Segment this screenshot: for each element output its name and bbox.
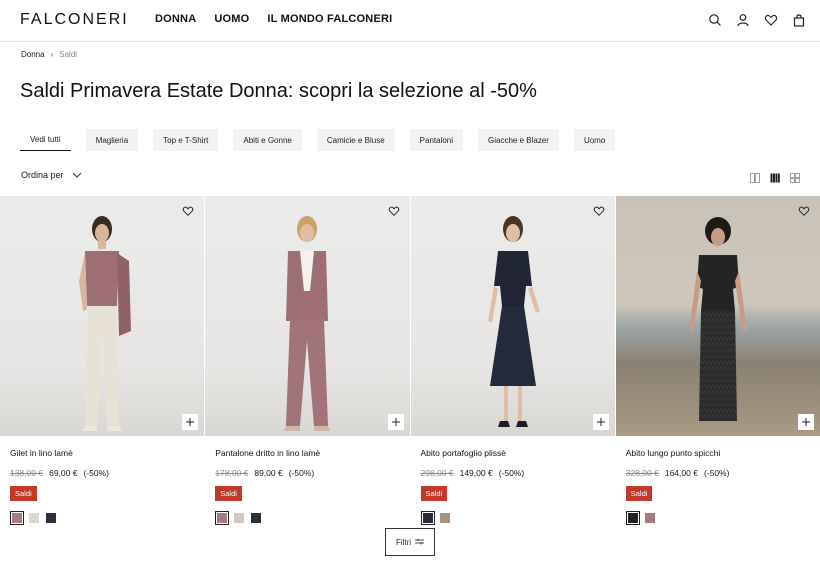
product-card[interactable]: Abito portafoglio plissè 298,00 € 149,00… bbox=[410, 196, 615, 525]
sale-price: 164,00 € bbox=[664, 468, 698, 478]
product-card[interactable]: Abito lungo punto spicchi 328,00 € 164,0… bbox=[615, 196, 820, 525]
grid-4-icon[interactable] bbox=[770, 170, 780, 183]
breadcrumb-current: Saldi bbox=[59, 50, 78, 59]
old-price: 328,00 € bbox=[625, 468, 659, 478]
product-image[interactable] bbox=[615, 196, 820, 436]
color-swatch[interactable] bbox=[29, 513, 39, 523]
old-price: 178,00 € bbox=[215, 468, 249, 478]
main-nav: DONNA UOMO IL MONDO FALCONERI bbox=[155, 13, 392, 25]
breadcrumb-root[interactable]: Donna bbox=[21, 50, 45, 59]
color-swatch[interactable] bbox=[439, 513, 450, 523]
sale-badge: Saldi bbox=[10, 486, 37, 501]
old-price: 138,00 € bbox=[10, 468, 44, 478]
model-figure bbox=[284, 216, 331, 431]
color-swatch[interactable] bbox=[10, 511, 24, 525]
discount-label: (-50%) bbox=[498, 468, 525, 478]
wishlist-heart-icon[interactable] bbox=[593, 204, 605, 216]
discount-label: (-50%) bbox=[288, 468, 315, 478]
model-figure bbox=[688, 217, 747, 421]
wishlist-heart-icon[interactable] bbox=[798, 204, 810, 216]
brand-logo[interactable]: FALCONERI bbox=[20, 11, 129, 29]
nav-item-donna[interactable]: DONNA bbox=[155, 13, 196, 25]
bag-icon[interactable] bbox=[792, 13, 806, 27]
add-to-cart-button[interactable] bbox=[798, 414, 814, 430]
plus-icon bbox=[391, 418, 400, 426]
sale-price: 89,00 € bbox=[254, 468, 283, 478]
color-swatch[interactable] bbox=[215, 511, 230, 525]
plus-icon bbox=[186, 418, 195, 426]
product-image[interactable] bbox=[205, 196, 410, 436]
discount-label: (-50%) bbox=[83, 468, 109, 478]
color-swatch[interactable] bbox=[46, 513, 56, 523]
color-swatch[interactable] bbox=[644, 513, 655, 523]
plus-icon bbox=[596, 418, 605, 426]
product-card[interactable]: Pantalone dritto in lino lamè 178,00 € 8… bbox=[205, 196, 410, 525]
wishlist-heart-icon[interactable] bbox=[182, 204, 194, 216]
breadcrumb: Donna › Saldi bbox=[21, 50, 77, 59]
category-chips: Vedi tutti Maglieria Top e T-Shirt Abiti… bbox=[20, 129, 616, 151]
breadcrumb-separator: › bbox=[50, 50, 54, 59]
color-swatch[interactable] bbox=[420, 511, 435, 525]
add-to-cart-button[interactable] bbox=[592, 414, 609, 430]
sale-badge: Saldi bbox=[215, 486, 242, 501]
color-swatch[interactable] bbox=[251, 513, 262, 523]
product-image[interactable] bbox=[410, 196, 615, 436]
product-grid: Gilet in lino lamè 138,00 € 69,00 € (-50… bbox=[0, 196, 820, 525]
grid-6-icon[interactable] bbox=[790, 170, 800, 183]
sale-price: 149,00 € bbox=[459, 468, 493, 478]
product-name[interactable]: Abito lungo punto spicchi bbox=[626, 448, 820, 458]
chip-maglieria[interactable]: Maglieria bbox=[85, 129, 139, 151]
page-title: Saldi Primavera Estate Donna: scopri la … bbox=[20, 80, 537, 102]
color-swatches bbox=[10, 511, 204, 525]
color-swatches bbox=[625, 511, 820, 525]
search-icon[interactable] bbox=[708, 13, 722, 27]
chip-pantaloni[interactable]: Pantaloni bbox=[409, 129, 464, 151]
site-header: FALCONERI DONNA UOMO IL MONDO FALCONERI bbox=[0, 0, 820, 42]
view-toggles bbox=[750, 170, 800, 183]
product-card[interactable]: Gilet in lino lamè 138,00 € 69,00 € (-50… bbox=[0, 196, 205, 525]
product-name[interactable]: Pantalone dritto in lino lamè bbox=[215, 448, 409, 458]
model-figure bbox=[79, 216, 132, 431]
color-swatches bbox=[215, 511, 409, 525]
product-prices: 178,00 € 89,00 € (-50%) bbox=[215, 468, 409, 478]
sort-dropdown[interactable]: Ordina per bbox=[21, 170, 82, 180]
sort-label: Ordina per bbox=[21, 170, 64, 180]
chip-vedi-tutti[interactable]: Vedi tutti bbox=[20, 129, 71, 151]
chip-uomo[interactable]: Uomo bbox=[573, 129, 616, 151]
chip-giacche-blazer[interactable]: Giacche e Blazer bbox=[478, 129, 559, 151]
add-to-cart-button[interactable] bbox=[387, 414, 404, 430]
account-icon[interactable] bbox=[736, 13, 750, 27]
chevron-down-icon bbox=[72, 170, 82, 180]
product-prices: 328,00 € 164,00 € (-50%) bbox=[626, 468, 820, 478]
nav-item-mondo-falconeri[interactable]: IL MONDO FALCONERI bbox=[267, 13, 392, 25]
sale-price: 69,00 € bbox=[49, 468, 78, 478]
chip-abiti-gonne[interactable]: Abiti e Gonne bbox=[233, 129, 302, 151]
chip-top-t-shirt[interactable]: Top e T-Shirt bbox=[153, 129, 219, 151]
discount-label: (-50%) bbox=[703, 468, 730, 478]
old-price: 298,00 € bbox=[420, 468, 454, 478]
filters-button[interactable]: Filtri bbox=[385, 528, 435, 556]
add-to-cart-button[interactable] bbox=[182, 414, 199, 430]
sale-badge: Saldi bbox=[420, 486, 448, 501]
color-swatch[interactable] bbox=[625, 511, 640, 525]
sliders-icon bbox=[415, 538, 425, 547]
grid-2-icon[interactable] bbox=[750, 170, 760, 183]
product-image[interactable] bbox=[0, 196, 205, 436]
product-prices: 138,00 € 69,00 € (-50%) bbox=[10, 468, 204, 478]
product-prices: 298,00 € 149,00 € (-50%) bbox=[421, 468, 615, 478]
product-name[interactable]: Abito portafoglio plissè bbox=[421, 448, 615, 458]
model-figure bbox=[487, 216, 540, 427]
filters-label: Filtri bbox=[395, 537, 412, 547]
color-swatches bbox=[420, 511, 615, 525]
color-swatch[interactable] bbox=[234, 513, 245, 523]
product-name[interactable]: Gilet in lino lamè bbox=[10, 448, 204, 458]
nav-item-uomo[interactable]: UOMO bbox=[214, 13, 249, 25]
header-icons bbox=[708, 13, 806, 27]
sale-badge: Saldi bbox=[625, 486, 653, 501]
wishlist-icon[interactable] bbox=[764, 13, 778, 27]
wishlist-heart-icon[interactable] bbox=[388, 204, 400, 216]
chip-camicie-bluse[interactable]: Camicie e Bluse bbox=[316, 129, 395, 151]
plus-icon bbox=[802, 418, 810, 426]
